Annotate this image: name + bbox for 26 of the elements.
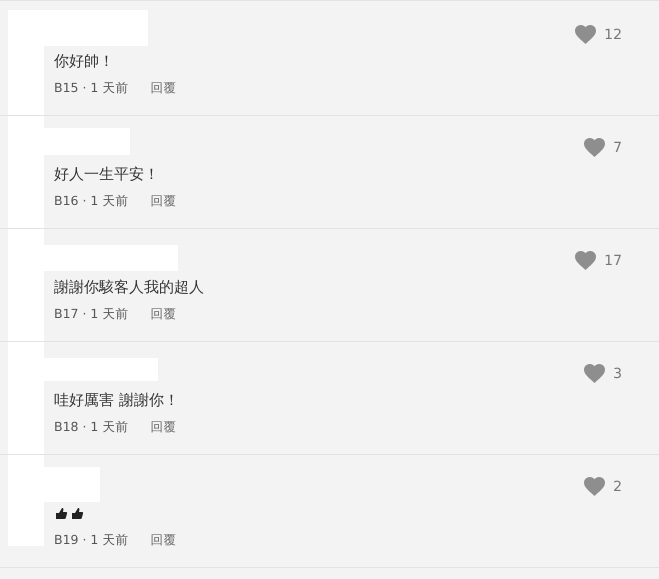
comment-text: 好人一生平安！ (54, 164, 159, 184)
heart-icon[interactable] (575, 251, 596, 270)
comment-text: 你好帥！ (54, 52, 114, 70)
comment-meta: B17 · 1 天前 (54, 306, 128, 323)
heart-icon[interactable] (584, 364, 606, 383)
heart-icon[interactable] (584, 138, 606, 157)
comment-meta: B15 · 1 天前 (54, 80, 128, 97)
like-count: 12 (604, 26, 622, 42)
comment-meta: B18 · 1 天前 (54, 419, 128, 436)
heart-icon[interactable] (575, 25, 596, 44)
like-count: 3 (613, 366, 622, 382)
comment-text: 謝謝你駭客人我的超人 (54, 278, 204, 296)
reply-link[interactable]: 回覆 (150, 193, 176, 210)
thumbs-up-icon (70, 506, 84, 520)
like-count: 7 (613, 140, 622, 156)
thumbs-up-icon (54, 506, 68, 520)
comment-meta: B16 · 1 天前 (54, 193, 128, 210)
reply-link[interactable]: 回覆 (150, 419, 176, 436)
reply-link[interactable]: 回覆 (150, 306, 176, 323)
reply-link[interactable]: 回覆 (150, 532, 176, 549)
heart-icon[interactable] (584, 477, 606, 496)
comment-text: 哇好厲害 謝謝你！ (54, 390, 179, 410)
comment-meta: B19 · 1 天前 (54, 532, 128, 549)
like-count: 2 (613, 478, 622, 494)
like-count: 17 (604, 252, 622, 268)
reply-link[interactable]: 回覆 (150, 80, 176, 97)
